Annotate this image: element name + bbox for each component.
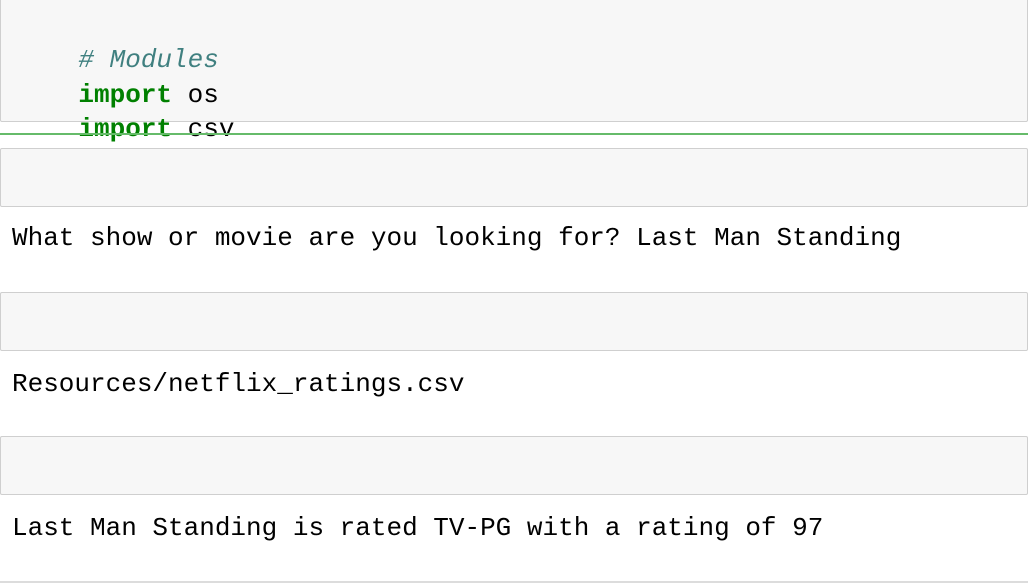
output-file-path: Resources/netflix_ratings.csv [12, 369, 465, 399]
input-cell-2[interactable] [0, 292, 1028, 351]
code-module-name: csv [172, 114, 235, 144]
input-cell-1[interactable] [0, 148, 1028, 207]
bottom-cell-divider [0, 581, 1028, 583]
code-cell-modules[interactable]: # Modules import os import csv [0, 0, 1028, 144]
selected-cell-divider [0, 133, 1028, 135]
output-prompt-text: What show or movie are you looking for? … [12, 223, 902, 253]
input-cell-3[interactable] [0, 436, 1028, 495]
code-keyword: import [78, 114, 173, 144]
output-rating-result: Last Man Standing is rated TV-PG with a … [12, 513, 824, 543]
